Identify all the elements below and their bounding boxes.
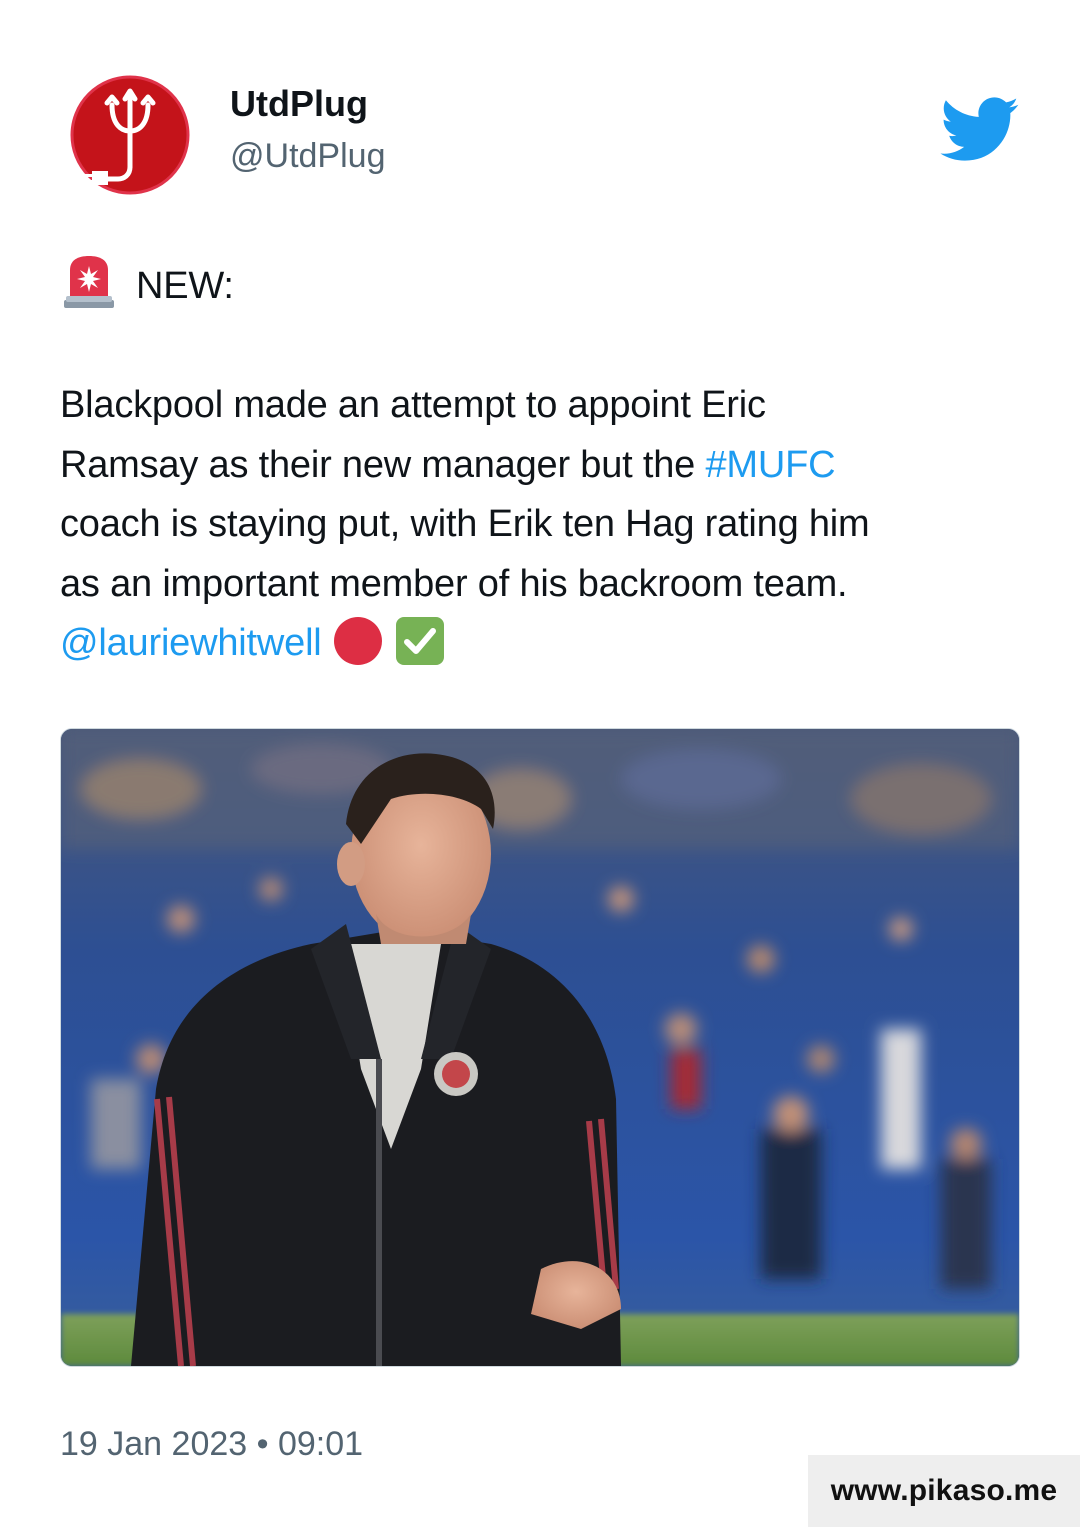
avatar[interactable] [60,75,200,195]
twitter-bird-icon[interactable] [940,97,1020,163]
watermark-badge: www.pikaso.me [808,1455,1080,1527]
tweet-body-line-4: as an important member of his backroom t… [60,562,848,605]
author-display-name[interactable]: UtdPlug [230,83,368,125]
hashtag-link[interactable]: #MUFC [705,444,835,486]
watermark-text[interactable]: www.pikaso.me [831,1474,1058,1508]
police-siren-emoji-icon [64,256,114,308]
mention-link[interactable]: @lauriewhitwell [60,622,322,664]
tweet-photo[interactable] [60,728,1020,1367]
tweet-header-line: NEW: [60,252,1030,317]
tweet-body-line-2: Ramsay as their new manager but the #MUF… [60,436,1030,496]
tweet-text: NEW: Blackpool made an attempt to appoin… [60,252,1030,674]
author-handle[interactable]: @UtdPlug [230,137,385,176]
tweet-body-line-3: coach is staying put, with Erik ten Hag … [60,503,870,545]
tweet-header-label: NEW: [136,265,234,307]
tweet-body-line-2-text: Ramsay as their new manager but the [60,443,706,486]
red-circle-emoji-icon [333,617,382,665]
photo-coach-on-pitch [61,729,1019,1366]
tweet-body-line-1: Blackpool made an attempt to appoint Eri… [60,384,766,426]
tweet-header: UtdPlug @UtdPlug [60,75,1020,195]
check-mark-button-emoji-icon [395,617,444,665]
tweet-timestamp[interactable]: 19 Jan 2023 • 09:01 [60,1425,363,1464]
tweet-mention-line: @lauriewhitwell [60,614,1030,674]
